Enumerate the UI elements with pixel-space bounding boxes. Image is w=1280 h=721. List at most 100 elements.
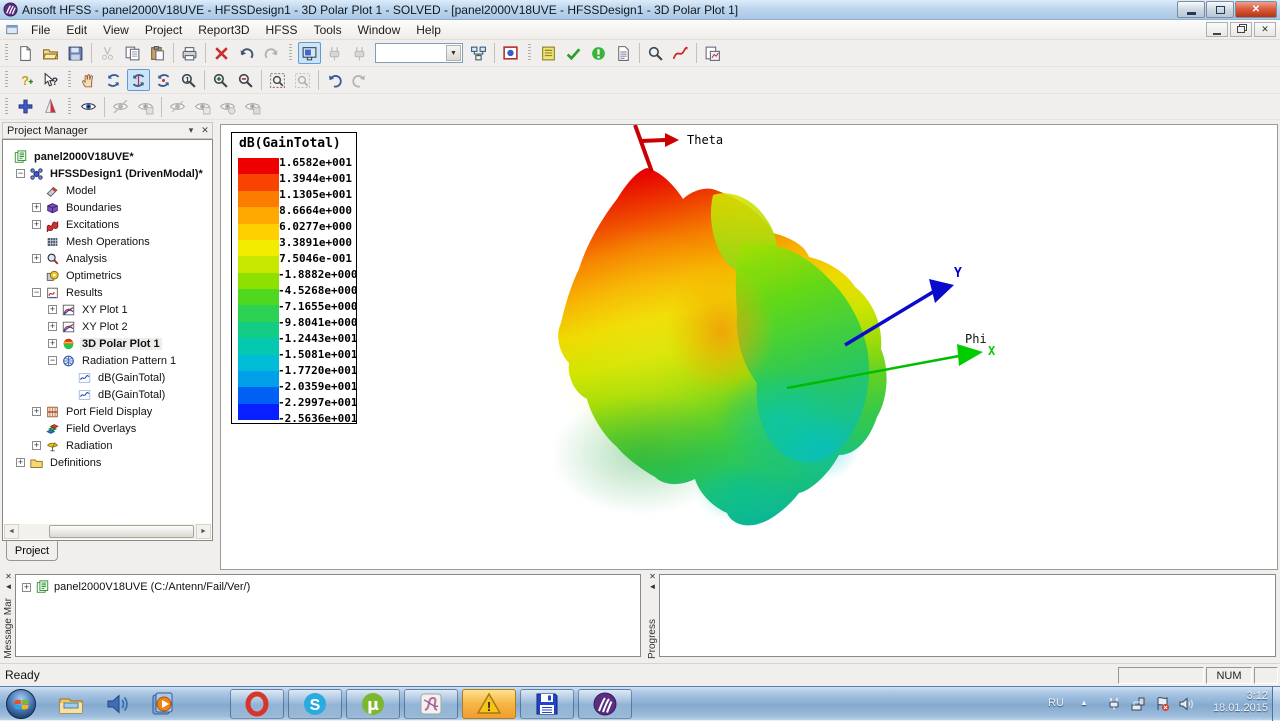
undo-button[interactable] <box>235 42 258 64</box>
rotate-current-axis-button[interactable] <box>127 69 150 91</box>
solve-sweep-button[interactable] <box>348 42 371 64</box>
tree-item-radiation-pattern-1[interactable]: −Radiation Pattern 1 <box>3 352 178 369</box>
collapse-icon[interactable]: − <box>16 169 25 178</box>
taskbar-warning-app-button[interactable]: ! <box>462 689 516 719</box>
taskbar-volume-button[interactable] <box>94 689 140 719</box>
validation-check-button[interactable] <box>499 42 522 64</box>
taskbar-save-tool-button[interactable] <box>520 689 574 719</box>
toolbar-handle[interactable] <box>289 44 292 62</box>
taskbar-ansoft-button[interactable] <box>578 689 632 719</box>
view-redo-button[interactable] <box>348 69 371 91</box>
select-object-button[interactable] <box>298 42 321 64</box>
fit-all-button[interactable] <box>266 69 289 91</box>
tray-action-center-icon[interactable] <box>1154 696 1170 712</box>
show-visibility-button[interactable] <box>77 96 100 118</box>
tree-item-xy-plot-2[interactable]: +XY Plot 2 <box>3 318 130 335</box>
menu-view[interactable]: View <box>95 21 137 39</box>
tree-item-project[interactable]: panel2000V18UVE* <box>3 148 136 165</box>
menu-file[interactable]: File <box>23 21 58 39</box>
expand-icon[interactable]: + <box>32 407 41 416</box>
toolbar-handle[interactable] <box>5 44 8 62</box>
taskbar-sketch-app-button[interactable] <box>404 689 458 719</box>
close-button[interactable]: ✕ <box>1235 1 1277 18</box>
toolbar-handle[interactable] <box>68 98 71 116</box>
project-tab[interactable]: Project <box>6 541 58 561</box>
tree-item-results[interactable]: −Results <box>3 284 105 301</box>
new-button[interactable] <box>14 42 37 64</box>
coordinate-system-button[interactable] <box>39 96 62 118</box>
view-undo-button[interactable] <box>323 69 346 91</box>
toolbar-handle[interactable] <box>528 44 531 62</box>
panel-caret-icon[interactable]: ▾ <box>184 125 198 136</box>
dropdown-arrow-icon[interactable]: ▼ <box>446 45 461 61</box>
fit-selection-button[interactable] <box>291 69 314 91</box>
tree-item-port-field-display[interactable]: +Port Field Display <box>3 403 154 420</box>
mdi-minimize-button[interactable] <box>1206 22 1228 37</box>
show-selection-button[interactable] <box>134 96 157 118</box>
toolbar-handle[interactable] <box>5 71 8 89</box>
taskbar-media-player-button[interactable] <box>140 689 186 719</box>
hide-all-button[interactable] <box>166 96 189 118</box>
open-button[interactable] <box>39 42 62 64</box>
menu-project[interactable]: Project <box>137 21 190 39</box>
tray-clock[interactable]: 3:12 18.01.2015 <box>1202 690 1268 714</box>
plot-window[interactable]: Theta Y Phi X dB(GainTotal) 1.6582e+0011… <box>220 124 1278 570</box>
menu-tools[interactable]: Tools <box>306 21 350 39</box>
tree-item-radiation[interactable]: +Radiation <box>3 437 114 454</box>
mdi-close-button[interactable]: ✕ <box>1254 22 1276 37</box>
tray-network-icon[interactable] <box>1130 696 1146 712</box>
cut-button[interactable] <box>96 42 119 64</box>
mdi-restore-button[interactable] <box>1230 22 1252 37</box>
scroll-right-icon[interactable]: ► <box>196 524 211 539</box>
rotate-model-center-button[interactable] <box>102 69 125 91</box>
solve-setup-button[interactable] <box>323 42 346 64</box>
rotate-screen-center-button[interactable] <box>152 69 175 91</box>
snap-mode-button[interactable] <box>14 96 37 118</box>
paste-button[interactable] <box>146 42 169 64</box>
message-item[interactable]: + panel2000V18UVE (C:/Antenn/Fail/Ver/) <box>22 580 250 594</box>
list-hierarchy-button[interactable] <box>467 42 490 64</box>
taskbar-skype-button[interactable]: S <box>288 689 342 719</box>
panel-close-icon[interactable]: ✕ <box>198 125 212 136</box>
minimize-button[interactable] <box>1177 1 1205 18</box>
start-button[interactable] <box>6 689 36 719</box>
expand-icon[interactable]: + <box>32 441 41 450</box>
tray-power-icon[interactable] <box>1106 696 1122 712</box>
menu-help[interactable]: Help <box>408 21 449 39</box>
menu-hfss[interactable]: HFSS <box>258 21 306 39</box>
panel-close-icon[interactable]: ✕ <box>649 572 656 582</box>
hide-selection-button[interactable] <box>109 96 132 118</box>
maximize-button[interactable] <box>1206 1 1234 18</box>
tree-item-field-overlays[interactable]: Field Overlays <box>3 420 138 437</box>
tree-item-optimetrics[interactable]: Optimetrics <box>3 267 124 284</box>
print-button[interactable] <box>178 42 201 64</box>
expand-icon[interactable]: + <box>32 203 41 212</box>
tree-item-xy-plot-1[interactable]: +XY Plot 1 <box>3 301 130 318</box>
menu-window[interactable]: Window <box>350 21 409 39</box>
tree-item-excitations[interactable]: +Excitations <box>3 216 121 233</box>
expand-icon[interactable]: + <box>48 322 57 331</box>
expand-icon[interactable]: + <box>32 254 41 263</box>
tree-item-trace-2[interactable]: dB(GainTotal) <box>3 386 167 403</box>
tray-volume-icon[interactable] <box>1178 696 1194 712</box>
expand-icon[interactable]: + <box>48 305 57 314</box>
show-all-button[interactable] <box>191 96 214 118</box>
help-topics-button[interactable]: ? <box>14 69 37 91</box>
create-report-button[interactable] <box>669 42 692 64</box>
scroll-left-icon[interactable]: ◄ <box>4 524 19 539</box>
tree-item-trace-1[interactable]: dB(GainTotal) <box>3 369 167 386</box>
taskbar-explorer-button[interactable] <box>48 689 94 719</box>
tree-item-boundaries[interactable]: +Boundaries <box>3 199 124 216</box>
simulation-combobox[interactable]: ▼ <box>375 43 463 63</box>
show-messages-button[interactable] <box>644 42 667 64</box>
analyze-setup-button[interactable] <box>537 42 560 64</box>
solution-data-button[interactable] <box>612 42 635 64</box>
save-button[interactable] <box>64 42 87 64</box>
window-titlebar[interactable]: Ansoft HFSS - panel2000V18UVE - HFSSDesi… <box>0 0 1280 20</box>
expand-icon[interactable]: + <box>22 583 31 592</box>
copy-button[interactable] <box>121 42 144 64</box>
expand-icon[interactable]: + <box>32 220 41 229</box>
zoom-out-button[interactable] <box>234 69 257 91</box>
expand-icon[interactable]: + <box>48 339 57 348</box>
panel-collapse-icon[interactable]: ◄ <box>649 582 657 592</box>
